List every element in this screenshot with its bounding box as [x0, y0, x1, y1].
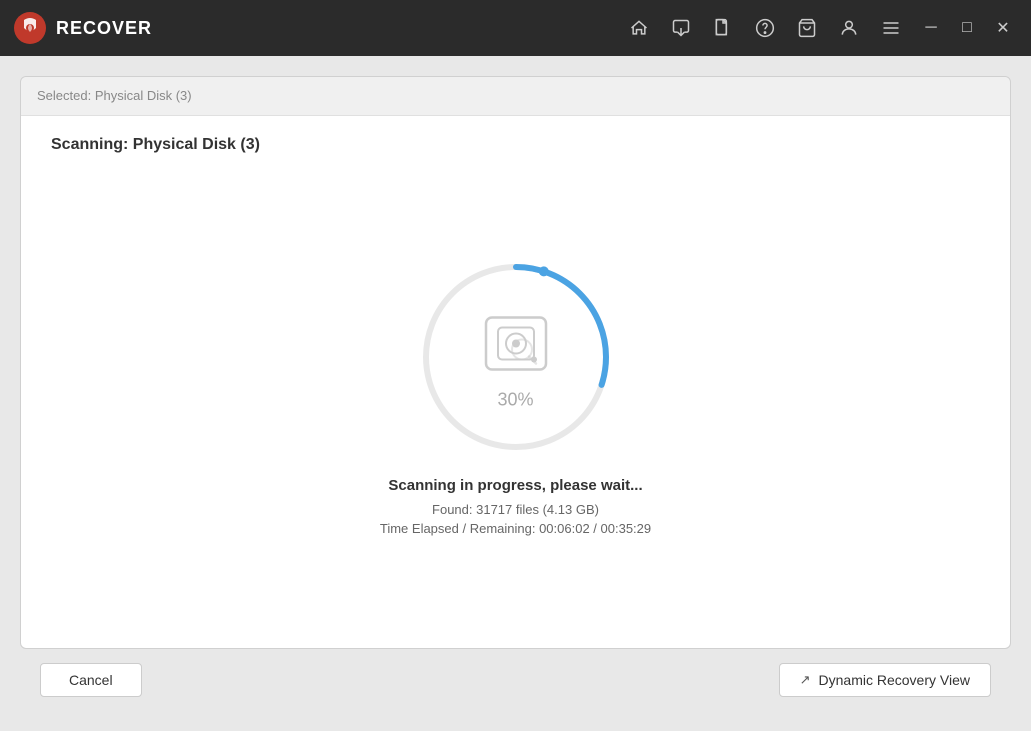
file-icon[interactable]	[711, 16, 735, 40]
titlebar-icons	[627, 16, 903, 40]
minimize-btn[interactable]: ─	[915, 12, 947, 44]
dynamic-recovery-label: Dynamic Recovery View	[819, 672, 970, 688]
titlebar-left: RECOVER	[12, 10, 152, 46]
circle-inner: 30%	[476, 303, 556, 410]
progress-container: 30% Scanning in progress, please wait...…	[380, 184, 651, 628]
download-icon[interactable]	[669, 16, 693, 40]
app-logo	[12, 10, 48, 46]
main-content: Selected: Physical Disk (3) Scanning: Ph…	[0, 56, 1031, 731]
home-icon[interactable]	[627, 16, 651, 40]
scanning-title: Scanning: Physical Disk (3)	[51, 136, 980, 154]
circle-wrapper: 30%	[416, 257, 616, 457]
bottom-bar: Cancel ↗ Dynamic Recovery View	[20, 649, 1011, 711]
hdd-icon	[476, 303, 556, 383]
maximize-btn[interactable]: □	[951, 12, 983, 44]
dynamic-recovery-button[interactable]: ↗ Dynamic Recovery View	[779, 663, 991, 697]
menu-icon[interactable]	[879, 16, 903, 40]
titlebar: RECOVER	[0, 0, 1031, 56]
time-text: Time Elapsed / Remaining: 00:06:02 / 00:…	[380, 521, 651, 536]
panel-body: Scanning: Physical Disk (3)	[21, 116, 1010, 648]
cart-icon[interactable]	[795, 16, 819, 40]
panel: Selected: Physical Disk (3) Scanning: Ph…	[20, 76, 1011, 649]
arrow-icon: ↗	[800, 672, 811, 688]
panel-header-text: Selected: Physical Disk (3)	[37, 88, 192, 103]
app-title: RECOVER	[56, 18, 152, 39]
user-icon[interactable]	[837, 16, 861, 40]
titlebar-controls: ─ □ ✕	[915, 12, 1019, 44]
status-text: Scanning in progress, please wait...	[388, 477, 642, 494]
help-icon[interactable]	[753, 16, 777, 40]
found-text: Found: 31717 files (4.13 GB)	[432, 502, 599, 517]
close-btn[interactable]: ✕	[987, 12, 1019, 44]
progress-percent: 30%	[497, 389, 533, 410]
cancel-button[interactable]: Cancel	[40, 663, 142, 697]
panel-header: Selected: Physical Disk (3)	[21, 77, 1010, 116]
